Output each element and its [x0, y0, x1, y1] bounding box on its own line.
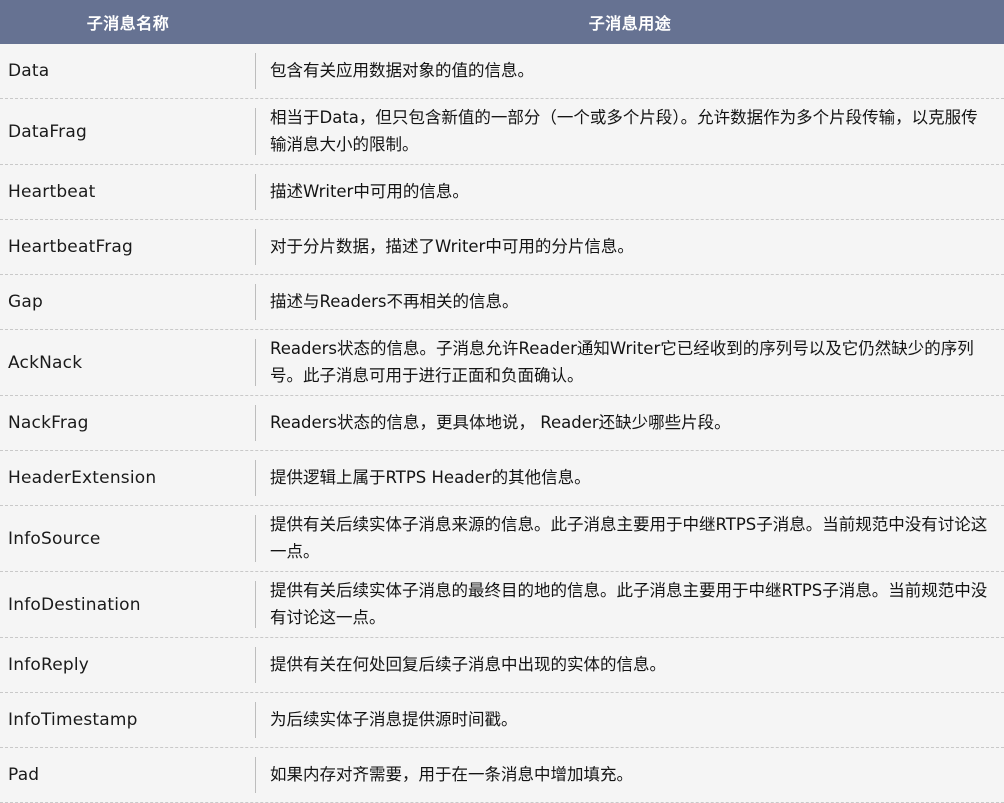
cell-submessage-purpose-text: 提供有关后续实体子消息来源的信息。此子消息主要用于中继RTPS子消息。当前规范中… — [270, 514, 988, 561]
cell-submessage-name: HeartbeatFrag — [0, 220, 256, 274]
cell-submessage-purpose: 提供有关后续实体子消息的最终目的地的信息。此子消息主要用于中继RTPS子消息。当… — [256, 572, 1004, 637]
cell-submessage-purpose: 描述Writer中可用的信息。 — [256, 165, 1004, 219]
table-row: Pad 如果内存对齐需要，用于在一条消息中增加填充。 — [0, 748, 1004, 803]
table-row: NackFrag Readers状态的信息，更具体地说， Reader还缺少哪些片… — [0, 396, 1004, 451]
cell-submessage-name: Gap — [0, 275, 256, 329]
cell-submessage-purpose-text: 如果内存对齐需要，用于在一条消息中增加填充。 — [270, 764, 633, 784]
table-row: Gap 描述与Readers不再相关的信息。 — [0, 275, 1004, 330]
cell-submessage-purpose: 相当于Data，但只包含新值的一部分（一个或多个片段）。允许数据作为多个片段传输… — [256, 99, 1004, 164]
cell-submessage-purpose: 为后续实体子消息提供源时间戳。 — [256, 693, 1004, 747]
cell-submessage-purpose-text: 提供有关后续实体子消息的最终目的地的信息。此子消息主要用于中继RTPS子消息。当… — [270, 580, 988, 627]
cell-submessage-purpose-text: 为后续实体子消息提供源时间戳。 — [270, 709, 518, 729]
cell-submessage-purpose: Readers状态的信息。子消息允许Reader通知Writer它已经收到的序列… — [256, 330, 1004, 395]
cell-submessage-purpose: Readers状态的信息，更具体地说， Reader还缺少哪些片段。 — [256, 396, 1004, 450]
cell-submessage-name: Data — [0, 44, 256, 98]
table-row: HeaderExtension 提供逻辑上属于RTPS Header的其他信息。 — [0, 451, 1004, 506]
cell-submessage-name: InfoSource — [0, 506, 256, 571]
table-row: DataFrag 相当于Data，但只包含新值的一部分（一个或多个片段）。允许数据… — [0, 99, 1004, 165]
cell-submessage-purpose-text: Readers状态的信息。子消息允许Reader通知Writer它已经收到的序列… — [270, 338, 974, 385]
cell-submessage-name: InfoDestination — [0, 572, 256, 637]
table-body: Data 包含有关应用数据对象的值的信息。 DataFrag 相当于Data，但只包含… — [0, 44, 1004, 803]
table-row: InfoSource 提供有关后续实体子消息来源的信息。此子消息主要用于中继RTP… — [0, 506, 1004, 572]
table-row: Data 包含有关应用数据对象的值的信息。 — [0, 44, 1004, 99]
cell-submessage-purpose: 如果内存对齐需要，用于在一条消息中增加填充。 — [256, 748, 1004, 802]
cell-submessage-purpose: 描述与Readers不再相关的信息。 — [256, 275, 1004, 329]
cell-submessage-purpose-text: 提供逻辑上属于RTPS Header的其他信息。 — [270, 467, 591, 487]
cell-submessage-purpose: 提供有关在何处回复后续子消息中出现的实体的信息。 — [256, 638, 1004, 692]
cell-submessage-purpose: 对于分片数据，描述了Writer中可用的分片信息。 — [256, 220, 1004, 274]
cell-submessage-name: AckNack — [0, 330, 256, 395]
table-row: InfoTimestamp 为后续实体子消息提供源时间戳。 — [0, 693, 1004, 748]
column-header-submessage-purpose: 子消息用途 — [588, 16, 672, 33]
cell-submessage-name: NackFrag — [0, 396, 256, 450]
submessage-table: 子消息名称 子消息用途 Data 包含有关应用数据对象的值的信息。 DataFrag… — [0, 0, 1004, 803]
cell-submessage-name: Pad — [0, 748, 256, 802]
cell-submessage-name: DataFrag — [0, 99, 256, 164]
cell-submessage-purpose-text: 描述Writer中可用的信息。 — [270, 181, 469, 201]
cell-submessage-purpose-text: 对于分片数据，描述了Writer中可用的分片信息。 — [270, 236, 634, 256]
column-header-submessage-name: 子消息名称 — [86, 16, 170, 33]
cell-submessage-name: HeaderExtension — [0, 451, 256, 505]
cell-submessage-name: Heartbeat — [0, 165, 256, 219]
table-row: Heartbeat 描述Writer中可用的信息。 — [0, 165, 1004, 220]
table-header-row: 子消息名称 子消息用途 — [0, 0, 1004, 44]
table-row: InfoReply 提供有关在何处回复后续子消息中出现的实体的信息。 — [0, 638, 1004, 693]
table-row: HeartbeatFrag 对于分片数据，描述了Writer中可用的分片信息。 — [0, 220, 1004, 275]
cell-submessage-purpose: 提供逻辑上属于RTPS Header的其他信息。 — [256, 451, 1004, 505]
cell-submessage-purpose-text: Readers状态的信息，更具体地说， Reader还缺少哪些片段。 — [270, 412, 731, 432]
table-row: InfoDestination 提供有关后续实体子消息的最终目的地的信息。此子消息… — [0, 572, 1004, 638]
cell-submessage-purpose: 提供有关后续实体子消息来源的信息。此子消息主要用于中继RTPS子消息。当前规范中… — [256, 506, 1004, 571]
cell-submessage-name: InfoReply — [0, 638, 256, 692]
cell-submessage-purpose: 包含有关应用数据对象的值的信息。 — [256, 44, 1004, 98]
cell-submessage-purpose-text: 包含有关应用数据对象的值的信息。 — [270, 60, 534, 80]
cell-submessage-purpose-text: 提供有关在何处回复后续子消息中出现的实体的信息。 — [270, 654, 666, 674]
cell-submessage-name: InfoTimestamp — [0, 693, 256, 747]
cell-submessage-purpose-text: 相当于Data，但只包含新值的一部分（一个或多个片段）。允许数据作为多个片段传输… — [270, 107, 978, 154]
cell-submessage-purpose-text: 描述与Readers不再相关的信息。 — [270, 291, 519, 311]
table-row: AckNack Readers状态的信息。子消息允许Reader通知Writer它… — [0, 330, 1004, 396]
